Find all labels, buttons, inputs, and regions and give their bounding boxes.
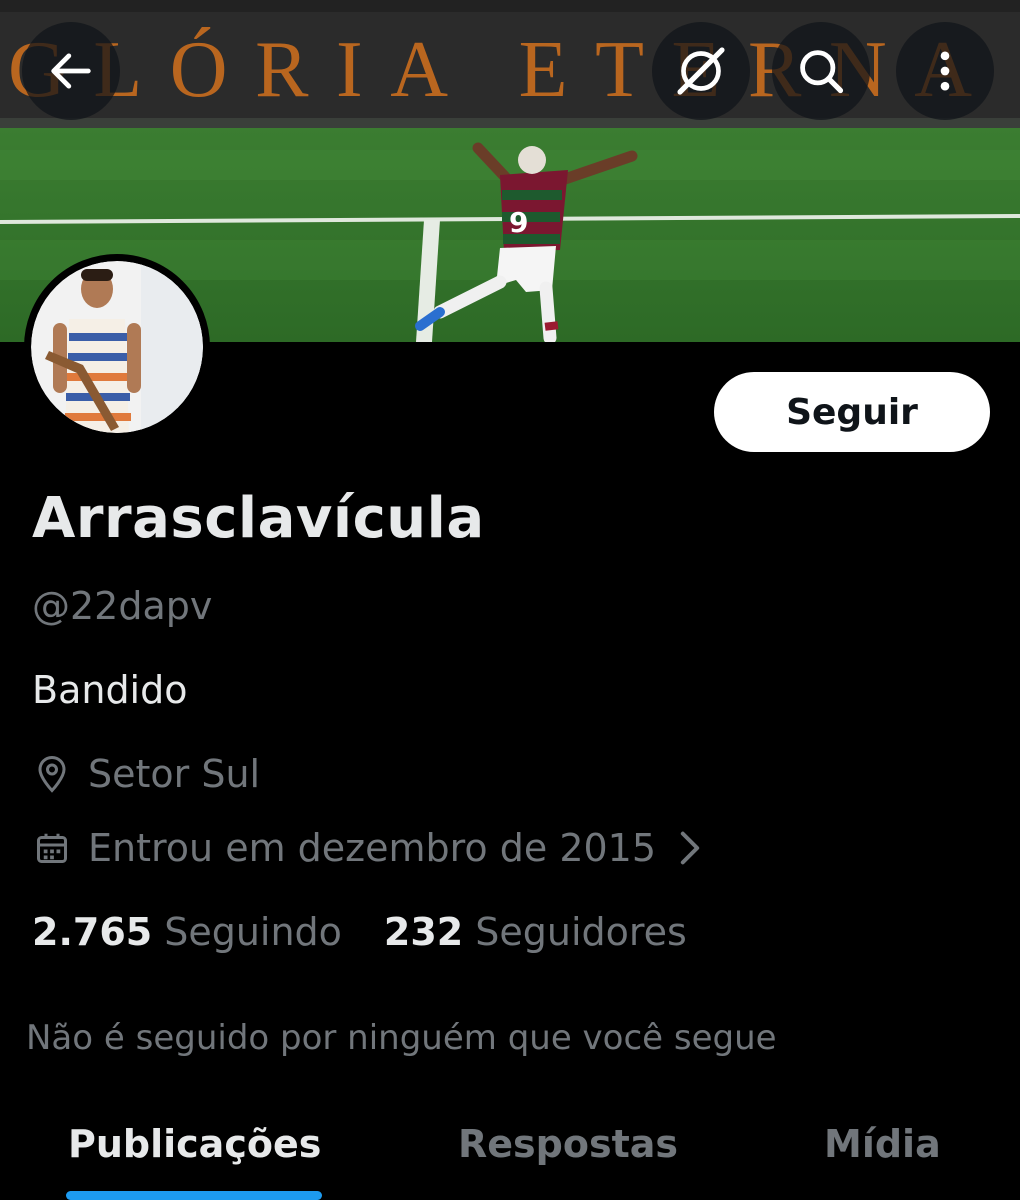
join-date-text: Entrou em dezembro de 2015 — [88, 826, 657, 870]
location-row: Setor Sul — [32, 752, 260, 796]
calendar-icon — [32, 828, 72, 868]
active-tab-indicator — [66, 1191, 322, 1200]
bio-text: Bandido — [32, 668, 188, 712]
tab-publicacoes[interactable]: Publicações — [68, 1122, 321, 1166]
avatar-image — [31, 261, 203, 433]
search-button[interactable] — [772, 22, 870, 120]
following-stat[interactable]: 2.765 Seguindo — [32, 910, 342, 954]
more-options-button[interactable] — [896, 22, 994, 120]
more-vertical-icon — [940, 51, 950, 91]
username-handle: @22dapv — [32, 584, 213, 628]
search-icon — [800, 50, 844, 94]
followers-stat[interactable]: 232 Seguidores — [384, 910, 687, 954]
location-pin-icon — [32, 754, 72, 794]
back-button[interactable] — [22, 22, 120, 120]
grok-button[interactable] — [652, 22, 750, 120]
followers-label: Seguidores — [475, 910, 687, 954]
following-label: Seguindo — [164, 910, 342, 954]
mutual-followers-text: Não é seguido por ninguém que você segue — [26, 1018, 777, 1058]
tab-midia[interactable]: Mídia — [824, 1122, 941, 1166]
display-name: Arrasclavícula — [32, 486, 485, 551]
follow-button[interactable]: Seguir — [714, 372, 990, 452]
join-date-row[interactable]: Entrou em dezembro de 2015 — [32, 826, 702, 870]
tab-respostas[interactable]: Respostas — [458, 1122, 678, 1166]
follow-stats: 2.765 Seguindo 232 Seguidores — [32, 910, 687, 954]
following-count: 2.765 — [32, 910, 153, 954]
followers-count: 232 — [383, 910, 464, 954]
grok-icon — [677, 47, 725, 95]
location-text: Setor Sul — [88, 752, 261, 796]
player-number: 9 — [509, 206, 528, 239]
avatar[interactable] — [24, 254, 210, 440]
profile-tabs: Publicações Respostas Mídia — [0, 1100, 1020, 1200]
chevron-right-icon — [678, 830, 702, 866]
arrow-left-icon — [51, 53, 91, 89]
